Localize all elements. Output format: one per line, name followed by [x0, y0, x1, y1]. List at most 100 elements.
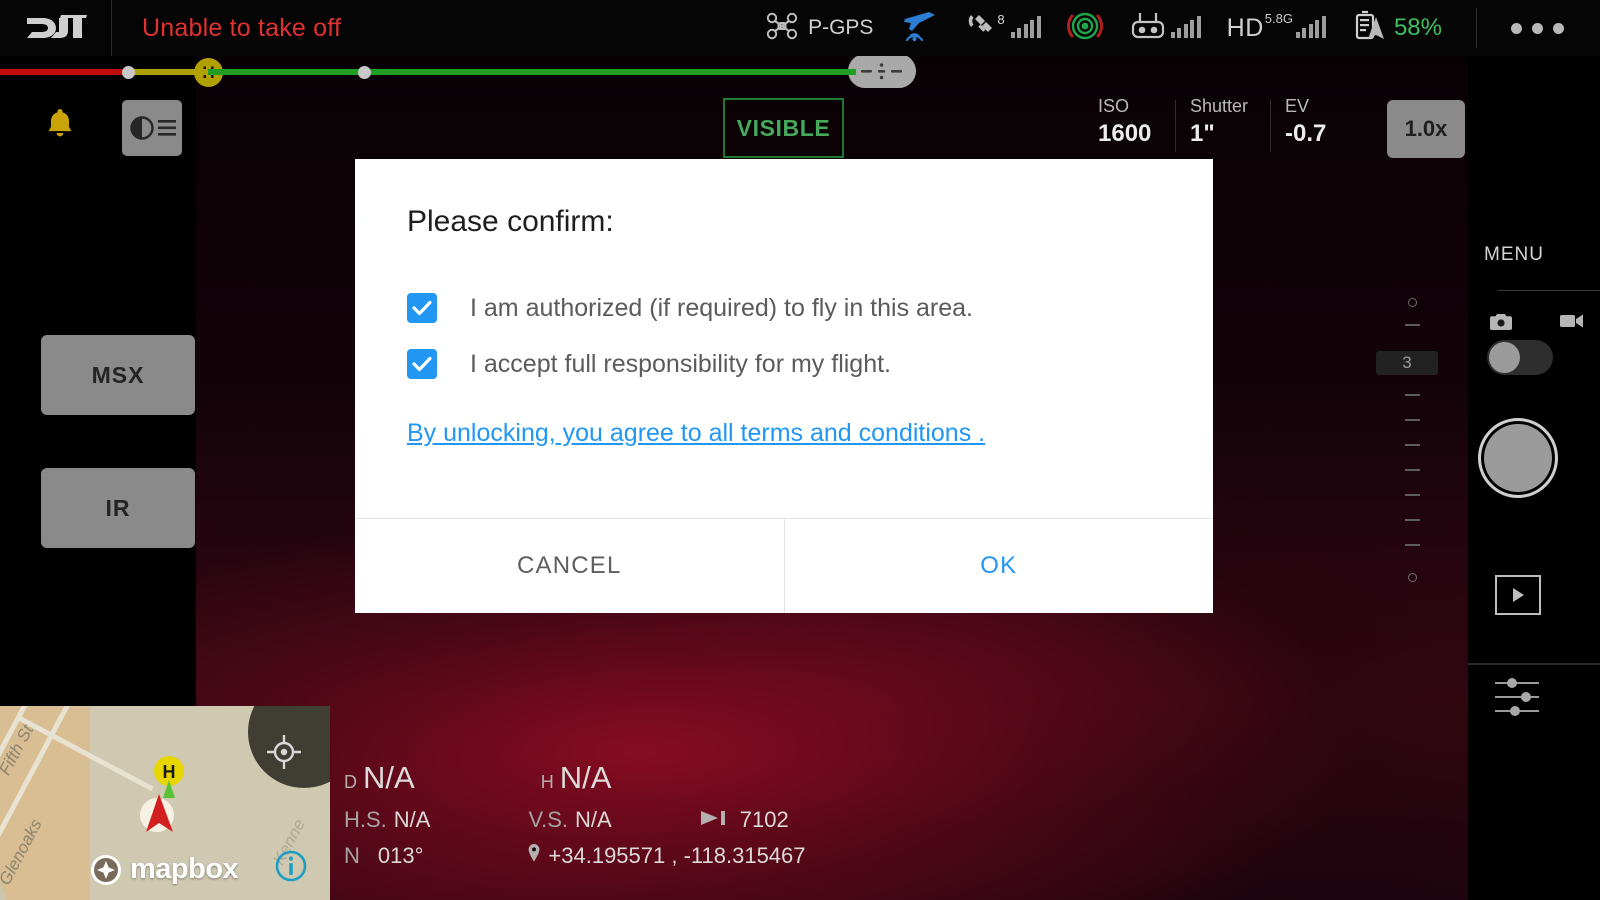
telemetry-panel: D N/A H N/A H.S. N/A V.S. N/A 7102 N 013…	[344, 760, 806, 869]
video-signal-bars	[1295, 16, 1326, 38]
dji-logo-icon[interactable]	[0, 0, 112, 56]
flight-mode-indicator[interactable]: P-GPS	[765, 12, 873, 45]
mapbox-attribution[interactable]: mapbox	[90, 853, 239, 886]
track-knob-left	[122, 66, 135, 79]
check-icon	[412, 356, 432, 372]
slider-row	[1495, 690, 1543, 704]
camera-icon[interactable]	[1490, 313, 1512, 336]
menu-lines-icon	[157, 120, 176, 136]
video-band-label: 5.8G	[1264, 10, 1293, 26]
video-quality-label: HD	[1226, 13, 1264, 42]
menu-button[interactable]: MENU	[1484, 244, 1544, 266]
scale-tick	[1405, 469, 1420, 471]
coordinates-group: +34.195571 , -118.315467	[527, 843, 806, 869]
exposure-divider	[1175, 100, 1176, 152]
bell-icon	[48, 109, 72, 137]
remote-controller-indicator[interactable]	[1129, 11, 1201, 46]
dialog-checkbox-row-2[interactable]: I accept full responsibility for my flig…	[407, 349, 1161, 379]
info-icon	[275, 850, 307, 882]
gps-signal-bars	[1010, 16, 1041, 38]
slider-knob	[1510, 706, 1520, 716]
battery-indicator[interactable]: 58%	[1352, 9, 1442, 48]
playback-button[interactable]	[1495, 575, 1541, 615]
track-segment-olive	[128, 69, 208, 75]
heading-value: 013°	[377, 843, 424, 868]
vision-sensor-icon	[1066, 8, 1103, 49]
telemetry-row-speeds: H.S. N/A V.S. N/A 7102	[344, 807, 806, 833]
telemetry-row-position: N 013° +34.195571 , -118.315467	[344, 843, 806, 869]
satellite-count: 8	[997, 11, 1005, 27]
visible-mode-badge[interactable]: VISIBLE	[723, 98, 844, 158]
shutter-label: Shutter	[1190, 96, 1249, 116]
video-link-indicator[interactable]: HD 5.8G	[1226, 10, 1326, 43]
dialog-title: Please confirm:	[407, 205, 614, 238]
cancel-button[interactable]: CANCEL	[355, 519, 785, 613]
capture-mode-toggle[interactable]	[1487, 340, 1553, 375]
heading-label: N	[344, 843, 360, 868]
svg-text:H: H	[163, 762, 176, 782]
top-status-icons: P-GPS 8 HD 5.8G 58%	[765, 0, 1600, 56]
distance-label: D	[344, 772, 357, 792]
vision-system-indicator[interactable]	[1066, 8, 1103, 49]
rc-signal-indicator[interactable]	[899, 9, 941, 48]
scale-tick	[1405, 419, 1420, 421]
takeoff-warning-text: Unable to take off	[142, 13, 342, 42]
vspeed-label: V.S.	[528, 807, 569, 832]
dot	[1511, 22, 1522, 34]
sd-card-status: 7102	[700, 807, 789, 833]
scale-end-top	[1408, 298, 1417, 307]
hspeed-value: N/A	[393, 807, 431, 832]
iso-setting[interactable]: ISO 1600	[1098, 96, 1151, 148]
thermal-palette-button[interactable]	[122, 100, 182, 156]
map-info-button[interactable]	[274, 849, 308, 888]
drone-icon	[765, 12, 799, 45]
flight-status-track	[0, 58, 1600, 86]
checkbox-authorized[interactable]	[407, 293, 437, 323]
iso-value: 1600	[1098, 120, 1152, 147]
flight-mode-label: P-GPS	[808, 16, 874, 39]
vspeed-value: N/A	[575, 807, 612, 832]
hspeed-label: H.S.	[344, 807, 387, 832]
height-value: N/A	[559, 760, 612, 795]
contrast-icon	[129, 116, 154, 140]
dialog-actions: CANCEL OK	[355, 518, 1213, 613]
ev-setting[interactable]: EV -0.7	[1285, 96, 1326, 148]
iso-label: ISO	[1098, 96, 1130, 116]
checkbox-authorized-label: I am authorized (if required) to fly in …	[470, 293, 974, 322]
scale-tick	[1405, 394, 1420, 396]
ev-value: -0.7	[1285, 120, 1327, 147]
zoom-level-button[interactable]: 1.0x	[1387, 100, 1465, 158]
right-panel-divider	[1468, 663, 1600, 665]
notification-bell-button[interactable]	[44, 106, 76, 147]
ok-button[interactable]: OK	[785, 519, 1214, 613]
telemetry-row-primary: D N/A H N/A	[344, 760, 806, 796]
track-segment-green	[208, 69, 856, 75]
msx-mode-button[interactable]: MSX	[41, 335, 195, 415]
coordinates-value: +34.195571 , -118.315467	[548, 843, 806, 868]
exposure-divider	[1270, 100, 1271, 152]
track-segment-red	[0, 69, 128, 75]
checkbox-responsibility[interactable]	[407, 349, 437, 379]
scale-tick	[1405, 444, 1420, 446]
video-camera-icon[interactable]	[1560, 313, 1584, 336]
gimbal-pitch-scale[interactable]	[1399, 298, 1427, 582]
slider-row	[1495, 704, 1543, 718]
mini-map[interactable]: Fifth St Glenoaks Kenne H mapbox	[0, 706, 330, 900]
dialog-checkbox-row-1[interactable]: I am authorized (if required) to fly in …	[407, 293, 1161, 323]
gps-satellite-indicator[interactable]: 8	[967, 11, 1041, 45]
dot	[1532, 22, 1543, 34]
ir-mode-button[interactable]: IR	[41, 468, 195, 548]
terms-and-conditions-link[interactable]: By unlocking, you agree to all terms and…	[407, 419, 985, 448]
shutter-setting[interactable]: Shutter 1"	[1190, 96, 1248, 148]
toggle-knob	[1489, 342, 1520, 373]
ev-label: EV	[1285, 96, 1310, 116]
more-options-button[interactable]	[1511, 22, 1564, 34]
track-knob-right	[358, 66, 371, 79]
distance-value: N/A	[363, 760, 415, 795]
camera-settings-button[interactable]	[1495, 676, 1543, 718]
slider-track	[1495, 682, 1539, 684]
shutter-button[interactable]	[1478, 418, 1558, 498]
play-triangle-icon	[1513, 588, 1524, 602]
shutter-value: 1"	[1190, 120, 1215, 147]
gimbal-pitch-value: 3	[1376, 351, 1438, 375]
